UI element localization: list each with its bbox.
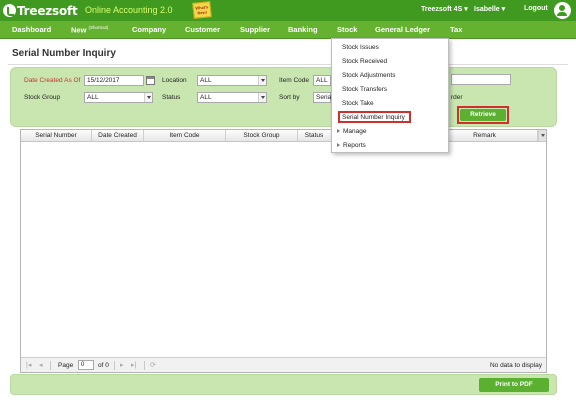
- app-title: Online Accounting 2.0: [85, 5, 173, 15]
- print-to-pdf-button[interactable]: Print to PDF: [479, 378, 549, 392]
- item-code-to-input[interactable]: [451, 74, 511, 85]
- nav-supplier[interactable]: Supplier: [240, 25, 270, 34]
- nav-new-label: New: [71, 25, 87, 35]
- company-name: Treezsoft 4S: [421, 6, 463, 13]
- chevron-down-icon: [144, 93, 152, 102]
- treezsoft-logo-icon: [3, 4, 16, 17]
- item-code-input[interactable]: ALL: [313, 75, 331, 86]
- menu-stock-adjustments[interactable]: Stock Adjustments: [342, 72, 395, 79]
- last-page-icon[interactable]: ▸|: [131, 362, 136, 369]
- stock-group-select[interactable]: ALL: [84, 92, 153, 103]
- menu-reports[interactable]: Reports: [337, 142, 366, 149]
- col-status[interactable]: Status: [298, 130, 330, 141]
- menu-manage[interactable]: Manage: [337, 128, 367, 135]
- chevron-down-icon: [258, 76, 266, 85]
- company-selector[interactable]: Treezsoft 4S ▾: [421, 5, 468, 13]
- date-created-input[interactable]: 15/12/2017: [84, 75, 144, 86]
- retrieve-highlight: Retrieve: [457, 106, 509, 124]
- paging-divider: [144, 361, 145, 370]
- col-date-created[interactable]: Date Created: [92, 130, 144, 141]
- first-page-icon[interactable]: |◂: [26, 362, 31, 369]
- stock-group-value: ALL: [87, 94, 99, 101]
- nav-new[interactable]: New (Shortcut): [71, 25, 108, 35]
- menu-stock-received[interactable]: Stock Received: [342, 58, 387, 65]
- user-selector[interactable]: Isabelle ▾: [474, 5, 505, 13]
- user-avatar-icon[interactable]: [554, 2, 571, 19]
- nav-customer[interactable]: Customer: [185, 25, 220, 34]
- nav-banking[interactable]: Banking: [288, 25, 318, 34]
- refresh-icon[interactable]: ⟳: [150, 362, 156, 369]
- stock-group-label: Stock Group: [24, 94, 61, 101]
- next-page-icon[interactable]: ▸: [120, 362, 124, 369]
- paging-divider: [114, 361, 115, 370]
- page-title: Serial Number Inquiry: [12, 48, 116, 59]
- nav-dashboard[interactable]: Dashboard: [12, 25, 51, 34]
- status-select[interactable]: ALL: [197, 92, 267, 103]
- menu-stock-take[interactable]: Stock Take: [342, 100, 374, 107]
- chevron-down-icon: [258, 93, 266, 102]
- nav-company[interactable]: Company: [132, 25, 166, 34]
- date-created-label: Date Created As Of: [24, 77, 81, 84]
- nav-stock[interactable]: Stock: [337, 25, 357, 34]
- menu-stock-transfers[interactable]: Stock Transfers: [342, 86, 387, 93]
- nav-tax[interactable]: Tax: [450, 25, 462, 34]
- app-logo[interactable]: Treezsoft: [3, 3, 78, 18]
- menu-stock-issues[interactable]: Stock Issues: [342, 44, 379, 51]
- grid-header: Serial Number Date Created Item Code Sto…: [21, 130, 546, 142]
- title-divider: [8, 64, 568, 65]
- column-menu-chevron-icon[interactable]: [538, 130, 546, 141]
- bottom-action-bar: Print to PDF: [10, 374, 557, 395]
- logo-text: Treezsoft: [17, 3, 78, 18]
- user-name: Isabelle: [474, 6, 500, 13]
- status-label: Status: [162, 94, 181, 101]
- location-label: Location: [162, 77, 187, 84]
- status-value: ALL: [200, 94, 212, 101]
- sort-by-value: Seria: [316, 94, 332, 101]
- paging-toolbar: |◂ ◂ Page 0 of 0 ▸ ▸| ⟳ No data to displ…: [21, 357, 546, 372]
- order-label: rder: [451, 94, 463, 101]
- col-item-code[interactable]: Item Code: [144, 130, 226, 141]
- whats-new-sticker[interactable]: What's New!: [192, 1, 212, 19]
- page-of-label: of 0: [98, 362, 109, 369]
- page-label: Page: [58, 362, 74, 369]
- nav-general-ledger[interactable]: General Ledger: [375, 25, 430, 34]
- top-header: Treezsoft Online Accounting 2.0 What's N…: [0, 0, 576, 21]
- col-serial-number[interactable]: Serial Number: [21, 130, 92, 141]
- page-number-input[interactable]: 0: [78, 360, 94, 370]
- logout-link[interactable]: Logout: [524, 5, 548, 12]
- col-stock-group[interactable]: Stock Group: [226, 130, 298, 141]
- results-grid: Serial Number Date Created Item Code Sto…: [20, 129, 547, 373]
- prev-page-icon[interactable]: ◂: [39, 362, 43, 369]
- location-value: ALL: [200, 77, 212, 84]
- retrieve-button[interactable]: Retrieve: [460, 109, 506, 121]
- calendar-icon[interactable]: [146, 76, 155, 85]
- main-nav: Dashboard New (Shortcut) Company Custome…: [0, 21, 576, 39]
- item-code-label: Item Code: [279, 77, 309, 84]
- sort-by-label: Sort by: [279, 94, 300, 101]
- location-select[interactable]: ALL: [197, 75, 267, 86]
- menu-serial-number-inquiry[interactable]: Serial Number Inquiry: [342, 114, 405, 121]
- nav-new-shortcut: (Shortcut): [88, 25, 109, 30]
- sort-by-select[interactable]: Seria: [313, 92, 331, 103]
- no-data-message: No data to display: [489, 362, 542, 369]
- paging-divider: [50, 361, 51, 370]
- stock-dropdown-menu: Stock Issues Stock Received Stock Adjust…: [331, 38, 449, 153]
